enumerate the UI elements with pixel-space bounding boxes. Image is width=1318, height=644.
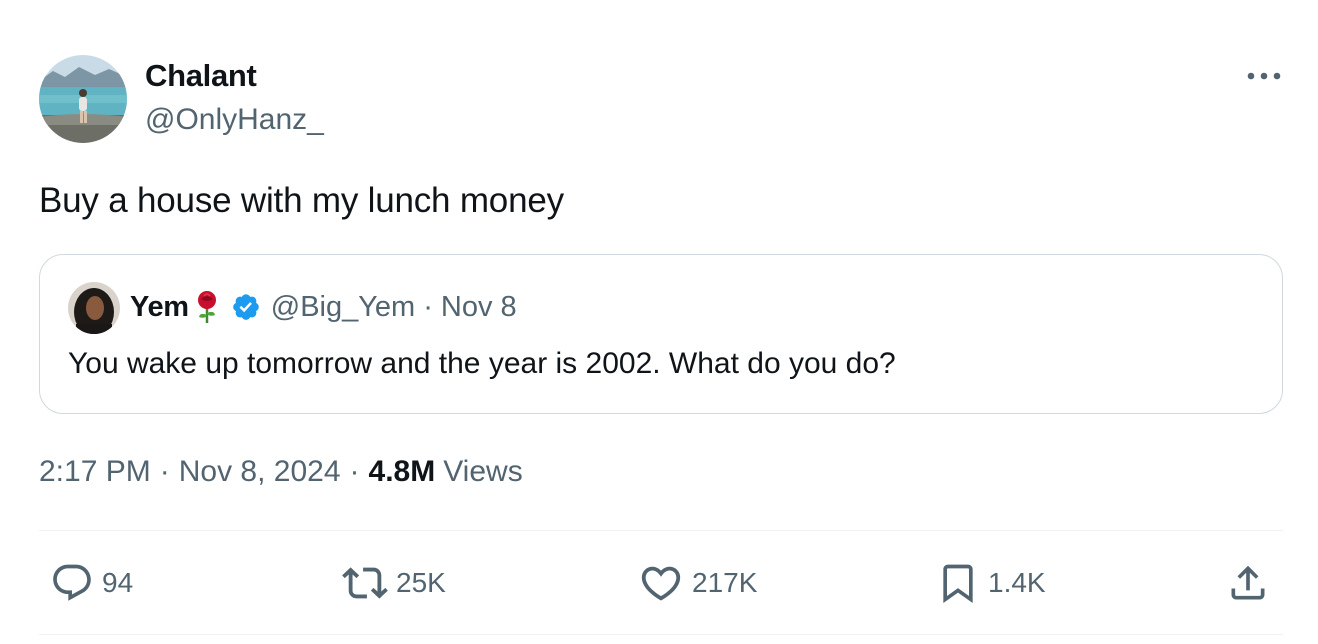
separator-dot: · [349,455,360,488]
reply-button[interactable]: 94 [50,556,133,610]
quoted-author-avatar[interactable] [68,282,120,334]
quoted-date[interactable]: Nov 8 [441,291,517,324]
bookmark-button[interactable]: 1.4K [936,556,1046,610]
more-options-button[interactable] [1244,60,1284,92]
tweet-text: Buy a house with my lunch money [39,181,564,220]
bookmark-count: 1.4K [988,567,1046,598]
quoted-tweet-card[interactable]: Yem @Big_Yem · Nov 8 You wake up tomorro… [39,254,1283,414]
quoted-display-name[interactable]: Yem [130,291,189,324]
tweet-meta: 2:17 PM · Nov 8, 2024 · 4.8M Views [39,452,523,492]
tweet-date[interactable]: Nov 8, 2024 [179,455,341,489]
repost-icon [342,567,388,599]
action-bar: 94 25K 217K 1.4K [0,556,1318,610]
divider [39,530,1283,531]
divider [39,634,1283,635]
tweet-time[interactable]: 2:17 PM [39,455,151,489]
rose-emoji-icon [195,290,219,324]
reply-count: 94 [102,567,134,598]
quoted-handle[interactable]: @Big_Yem [271,291,415,324]
quoted-tweet-text: You wake up tomorrow and the year is 200… [68,347,896,380]
reply-icon [53,564,91,601]
verified-badge-icon[interactable] [231,292,261,322]
separator-dot: · [423,290,433,323]
views-label[interactable]: Views [443,455,522,489]
share-icon [1231,565,1265,600]
repost-button[interactable]: 25K [342,556,446,610]
separator-dot: · [159,455,170,488]
repost-count: 25K [396,567,446,598]
bookmark-icon [943,564,973,604]
quoted-header: Yem @Big_Yem · Nov 8 [130,287,517,327]
share-button[interactable] [1226,556,1270,610]
author-handle[interactable]: @OnlyHanz_ [145,103,324,137]
like-count: 217K [692,567,758,598]
views-count[interactable]: 4.8M [369,455,436,489]
profile-photo-icon [68,282,120,334]
heart-icon [641,566,681,601]
more-dots-icon [1247,72,1281,80]
author-display-name[interactable]: Chalant [145,58,257,94]
like-button[interactable]: 217K [638,556,757,610]
profile-photo-icon [39,55,127,143]
author-avatar[interactable] [39,55,127,143]
tweet: Chalant @OnlyHanz_ Buy a house with my l… [0,0,1318,644]
